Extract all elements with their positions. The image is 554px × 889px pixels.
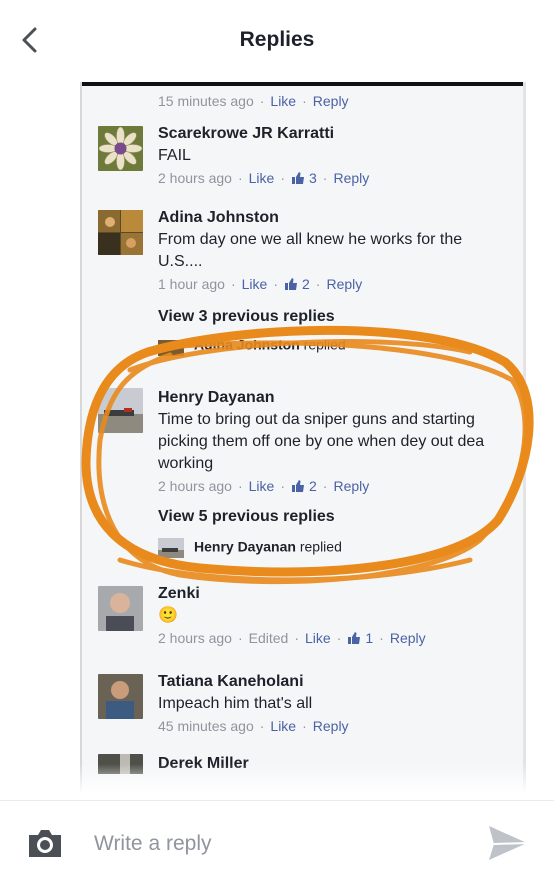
comment-text: Time to bring out da sniper guns and sta… <box>158 411 485 472</box>
comment-meta: 2 hours ago · Like · 2 · Reply <box>158 478 370 494</box>
replied-summary[interactable]: Henry Dayanan replied <box>158 538 508 558</box>
reply-link[interactable]: Reply <box>390 630 426 646</box>
commenter-name[interactable]: Zenki <box>158 584 508 604</box>
commenter-name[interactable]: Adina Johnston <box>158 208 508 228</box>
avatar[interactable] <box>98 210 143 255</box>
page-title: Replies <box>239 28 315 51</box>
like-link[interactable]: Like <box>249 478 275 494</box>
comment-meta: 45 minutes ago · Like · Reply <box>158 718 349 734</box>
reply-composer <box>0 800 554 889</box>
camera-icon[interactable] <box>26 827 64 859</box>
view-previous-replies-button[interactable]: View 3 previous replies <box>158 308 508 326</box>
like-link[interactable]: Like <box>242 276 268 292</box>
commenter-name[interactable]: Tatiana Kaneholani <box>158 672 508 692</box>
view-previous-replies-button[interactable]: View 5 previous replies <box>158 508 508 526</box>
like-count[interactable]: 1 <box>365 630 373 646</box>
reply-link[interactable]: Reply <box>333 170 369 186</box>
like-link[interactable]: Like <box>270 718 296 734</box>
like-thumb-icon <box>284 278 297 290</box>
comment-text: FAIL <box>158 147 191 164</box>
avatar[interactable] <box>98 126 143 171</box>
header: Replies <box>0 0 554 80</box>
comment-meta: 2 hours ago · Edited · Like · 1 · Reply <box>158 630 426 646</box>
like-count[interactable]: 2 <box>302 276 310 292</box>
avatar[interactable] <box>98 674 143 719</box>
like-link[interactable]: Like <box>249 170 275 186</box>
comment-text: Impeach him that's all <box>158 695 313 712</box>
send-icon[interactable] <box>486 823 530 863</box>
like-link[interactable]: Like <box>270 93 296 109</box>
comment-text: From day one we all knew he works for th… <box>158 231 463 270</box>
avatar[interactable] <box>98 388 143 433</box>
reply-input[interactable] <box>92 825 466 863</box>
avatar <box>158 340 184 356</box>
replied-summary[interactable]: Adina Johnston replied <box>158 340 508 356</box>
comment-text: 🙂 <box>158 607 178 624</box>
reply-link[interactable]: Reply <box>333 478 369 494</box>
like-thumb-icon <box>291 172 304 184</box>
divider <box>80 82 82 794</box>
reply-link[interactable]: Reply <box>326 276 362 292</box>
like-thumb-icon <box>291 480 304 492</box>
commenter-name[interactable]: Scarekrowe JR Karratti <box>158 124 508 144</box>
divider <box>523 82 526 794</box>
list-item: Adina Johnston replied <box>98 340 518 356</box>
commenter-name[interactable]: Henry Dayanan <box>158 388 508 408</box>
comment-meta: 1 hour ago · Like · 2 · Reply <box>158 276 363 292</box>
comment-meta: 15 minutes ago · Like · Reply <box>158 93 349 109</box>
fade-overlay <box>80 764 526 794</box>
reply-link[interactable]: Reply <box>313 718 349 734</box>
divider <box>80 82 526 86</box>
like-count[interactable]: 3 <box>309 170 317 186</box>
like-link[interactable]: Like <box>305 630 331 646</box>
edited-label[interactable]: Edited <box>249 630 289 646</box>
avatar[interactable] <box>98 586 143 631</box>
like-thumb-icon <box>348 632 361 644</box>
avatar <box>158 538 184 558</box>
reply-link[interactable]: Reply <box>313 93 349 109</box>
comment-meta: 2 hours ago · Like · 3 · Reply <box>158 170 370 186</box>
comment-thread-screenshot: 15 minutes ago · Like · Reply Scarekrowe… <box>80 82 526 794</box>
like-count[interactable]: 2 <box>309 478 317 494</box>
